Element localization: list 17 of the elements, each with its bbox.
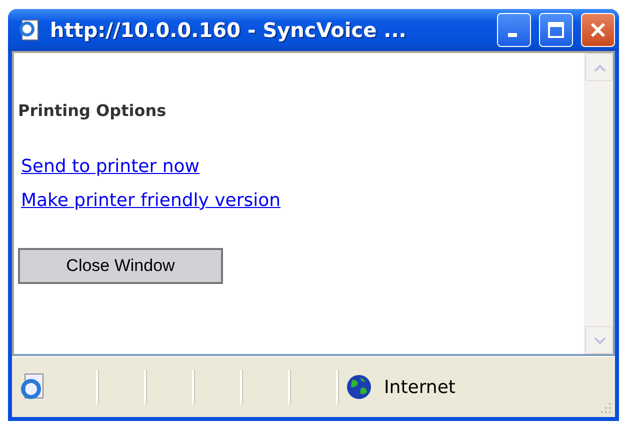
scroll-down-icon[interactable]	[585, 326, 613, 354]
close-icon	[589, 21, 607, 39]
page-heading: Printing Options	[18, 101, 166, 120]
window-title: http://10.0.0.160 - SyncVoice ...	[50, 18, 408, 42]
maximize-button[interactable]	[539, 13, 573, 47]
scrollbar[interactable]	[584, 53, 613, 354]
security-zone-label: Internet	[384, 376, 456, 398]
close-window-button[interactable]: Close Window	[18, 248, 223, 284]
text-link[interactable]: Send to printer now	[21, 156, 200, 177]
maximize-icon	[547, 21, 565, 39]
resize-grip-icon[interactable]	[599, 401, 613, 415]
minimize-button[interactable]	[497, 13, 531, 47]
globe-icon	[346, 374, 372, 400]
text-link[interactable]: Make printer friendly version	[21, 190, 281, 211]
close-button[interactable]	[581, 13, 615, 47]
minimize-icon	[508, 33, 517, 37]
scroll-up-icon[interactable]	[585, 53, 613, 81]
